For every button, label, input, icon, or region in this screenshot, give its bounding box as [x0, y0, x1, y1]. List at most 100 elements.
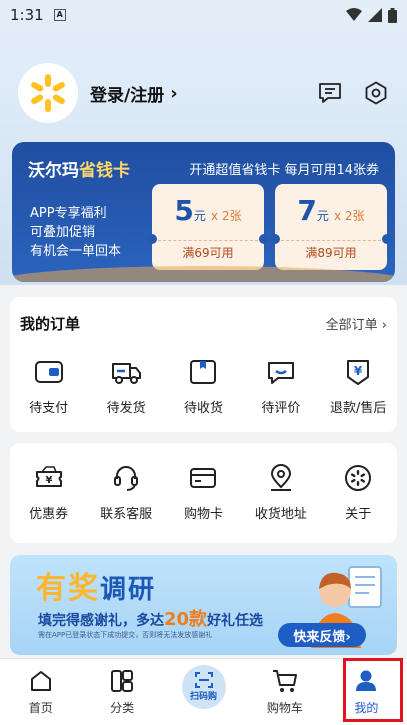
coupon-condition: 满89可用 — [305, 246, 357, 260]
avatar[interactable] — [18, 63, 78, 123]
battery-icon — [388, 7, 397, 23]
refund-icon: ¥ — [341, 355, 375, 389]
order-label: 待发货 — [106, 401, 146, 416]
coupon-value: 5 — [174, 194, 194, 227]
truck-icon — [109, 355, 143, 389]
service-shopping-card[interactable]: 购物卡 — [167, 461, 239, 522]
perk-line: 有机会一单回本 — [30, 244, 122, 259]
review-icon — [264, 355, 298, 389]
tab-home[interactable]: 首页 — [0, 659, 81, 725]
coupon-divider — [158, 240, 258, 241]
coupon-notch — [259, 234, 269, 244]
feedback-button[interactable]: 快来反馈› — [278, 623, 366, 647]
perk-line: APP专享福利 — [30, 206, 107, 221]
order-pending-shipment[interactable]: 待发货 — [90, 355, 162, 416]
survey-banner[interactable]: 有奖调研 填完得感谢礼，多达20款好礼任选 需在APP已登录状态下成功提交，否则… — [10, 555, 397, 655]
coupon-multiplier: x 2张 — [334, 209, 365, 223]
status-icons — [346, 7, 397, 23]
status-bar: 1:31 A — [0, 0, 407, 30]
service-label: 关于 — [345, 507, 372, 522]
package-icon — [186, 355, 220, 389]
service-label: 购物卡 — [183, 507, 223, 522]
coupon-value: 7 — [297, 194, 317, 227]
coupon-condition: 满69可用 — [182, 246, 234, 260]
about-icon — [341, 461, 375, 495]
order-pending-payment[interactable]: 待支付 — [13, 355, 85, 416]
coupon-multiplier: x 2张 — [211, 209, 242, 223]
cart-icon — [271, 667, 299, 695]
services-icon-row: ¥ 优惠券 联系客服 购物卡 收货地址 关于 — [10, 461, 397, 522]
savings-card-title: 沃尔玛省钱卡 — [28, 156, 130, 181]
tab-category[interactable]: 分类 — [81, 659, 162, 725]
svg-text:¥: ¥ — [354, 364, 363, 378]
coupon-amount: 5元 x 2张 — [152, 194, 264, 227]
order-refund[interactable]: ¥ 退款/售后 — [322, 355, 394, 416]
status-time: 1:31 — [10, 6, 44, 24]
savings-card-perks: APP专享福利 可叠加促销 有机会一单回本 — [30, 204, 121, 261]
tab-scan[interactable]: 扫码购 — [163, 659, 244, 725]
tab-mine[interactable]: 我的 — [326, 659, 407, 725]
orders-icon-row: 待支付 待发货 待收货 待评价 ¥ 退款/售后 — [10, 355, 397, 416]
banner-headline: 有奖调研 — [36, 563, 156, 607]
tab-label: 扫码购 — [190, 692, 218, 702]
service-coupons[interactable]: ¥ 优惠券 — [13, 461, 85, 522]
coupon-5-yuan[interactable]: 5元 x 2张 满69可用 — [147, 184, 269, 270]
home-icon — [27, 667, 55, 695]
location-icon — [264, 461, 298, 495]
scan-button: 扫码购 — [181, 665, 226, 709]
orders-title: 我的订单 — [20, 315, 81, 333]
svg-text:¥: ¥ — [45, 475, 52, 486]
order-label: 待支付 — [29, 401, 69, 416]
profile-icon — [352, 667, 380, 695]
savings-card[interactable]: 沃尔玛省钱卡 开通超值省钱卡 每月可用14张券 APP专享福利 可叠加促销 有机… — [12, 142, 395, 282]
signal-icon — [368, 8, 382, 22]
category-icon — [108, 667, 136, 695]
coupon-7-yuan[interactable]: 7元 x 2张 满89可用 — [270, 184, 392, 270]
service-about[interactable]: 关于 — [322, 461, 394, 522]
wifi-icon — [346, 8, 362, 21]
order-label: 待收货 — [183, 401, 223, 416]
order-label: 待评价 — [261, 401, 301, 416]
service-address[interactable]: 收货地址 — [245, 461, 317, 522]
coupon-notch — [270, 234, 280, 244]
coupon-amount: 7元 x 2张 — [275, 194, 387, 227]
notification-icon: A — [53, 9, 66, 21]
all-orders-link[interactable]: 全部订单 › — [326, 314, 387, 333]
savings-card-title-name: 省钱卡 — [79, 161, 130, 181]
tab-cart[interactable]: 购物车 — [244, 659, 325, 725]
savings-card-title-brand: 沃尔玛 — [28, 161, 79, 181]
wallet-icon — [32, 355, 66, 389]
banner-headline-survey: 调研 — [100, 575, 157, 605]
orders-header: 我的订单 全部订单 › — [20, 313, 387, 334]
settings-icon — [365, 81, 387, 105]
banner-headline-prize: 有奖 — [36, 571, 100, 606]
headset-icon — [109, 461, 143, 495]
service-label: 联系客服 — [100, 507, 153, 522]
tab-label: 我的 — [354, 701, 379, 715]
order-pending-review[interactable]: 待评价 — [245, 355, 317, 416]
message-icon — [319, 83, 341, 103]
login-label: 登录/注册 — [90, 85, 165, 106]
scan-icon — [194, 672, 213, 688]
coupon-unit: 元 — [316, 209, 329, 223]
top-icons — [317, 80, 389, 106]
banner-fine-print: 需在APP已登录状态下成功提交，否则将无法发放感谢礼 — [38, 631, 213, 639]
banner-text: 好礼任选 — [207, 613, 264, 629]
tab-label: 首页 — [28, 701, 53, 715]
service-customer-support[interactable]: 联系客服 — [90, 461, 162, 522]
coupon-notch — [382, 234, 392, 244]
banner-text: 填完得感谢礼，多达 — [38, 613, 164, 629]
orders-panel: 我的订单 全部订单 › 待支付 待发货 待收货 待评价 ¥ 退款/售后 — [10, 297, 397, 432]
message-button[interactable] — [317, 80, 343, 106]
login-register-link[interactable]: 登录/注册 › — [90, 81, 178, 106]
coupon-icon: ¥ — [32, 461, 66, 495]
order-pending-receipt[interactable]: 待收货 — [167, 355, 239, 416]
settings-button[interactable] — [363, 80, 389, 106]
tab-label: 分类 — [110, 701, 135, 715]
tab-label: 购物车 — [266, 701, 303, 715]
services-panel: ¥ 优惠券 联系客服 购物卡 收货地址 关于 — [10, 443, 397, 543]
savings-card-subtitle: 开通超值省钱卡 每月可用14张券 — [189, 163, 379, 178]
card-icon — [186, 461, 220, 495]
order-label: 退款/售后 — [330, 401, 387, 416]
chevron-right-icon: › — [170, 82, 178, 104]
